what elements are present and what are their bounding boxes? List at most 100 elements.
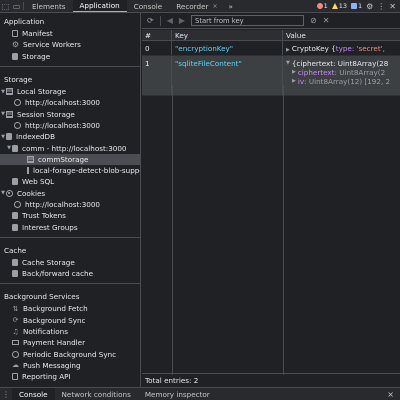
sidebar-item-label: Background Sync — [23, 315, 86, 325]
column-divider — [283, 85, 284, 375]
data-toolbar: ⟳ ◀ ▶ ⊘ ✕ — [142, 13, 400, 29]
tab-console[interactable]: Console — [127, 0, 170, 12]
sidebar-item-label: Push Messaging — [23, 360, 81, 370]
close-drawer-icon[interactable]: × — [387, 388, 400, 400]
expand-arrow-icon[interactable]: ▶ — [286, 47, 290, 53]
bell-icon: ♫ — [12, 327, 19, 336]
sidebar-item-label: Cache Storage — [22, 257, 75, 267]
database-icon — [12, 144, 18, 152]
sidebar-item-local-storage[interactable]: ▼ Local Storage — [0, 86, 140, 97]
clear-object-store-icon[interactable]: ⊘ — [310, 16, 317, 25]
sidebar-item-label: Interest Groups — [22, 222, 78, 232]
expand-arrow-icon[interactable]: ▶ — [292, 68, 296, 77]
inspect-element-icon[interactable]: ⬚ — [0, 0, 11, 12]
issues-icon — [350, 3, 357, 9]
sidebar-item-background-sync[interactable]: ⟳ Background Sync — [0, 315, 140, 326]
sidebar-item-label: commStorage — [38, 154, 89, 164]
database-icon — [12, 52, 18, 60]
error-count-badge[interactable]: 1 — [316, 2, 328, 10]
next-page-icon[interactable]: ▶ — [179, 16, 185, 25]
sidebar-item-interest-groups[interactable]: Interest Groups — [0, 221, 140, 232]
sidebar-item-session-storage-origin[interactable]: http://localhost:3000 — [0, 120, 140, 131]
sidebar-item-local-storage-origin[interactable]: http://localhost:3000 — [0, 97, 140, 108]
database-icon — [12, 223, 18, 231]
globe-icon — [14, 201, 21, 208]
section-title-background-services: Background Services — [4, 292, 80, 302]
section-title-application: Application — [4, 17, 45, 26]
sidebar-item-cache-storage[interactable]: Cache Storage — [0, 257, 140, 268]
sidebar-item-payment-handler[interactable]: Payment Handler — [0, 337, 140, 348]
divider — [0, 236, 140, 242]
sidebar-item-manifest[interactable]: Manifest — [0, 28, 140, 39]
sidebar-item-web-sql[interactable]: Web SQL — [0, 176, 140, 187]
sidebar-item-push-messaging[interactable]: ☁ Push Messaging — [0, 360, 140, 371]
sidebar-item-cookies[interactable]: ▼ Cookies — [0, 188, 140, 199]
issues-count-badge[interactable]: 1 — [350, 2, 362, 10]
drawer-tab-memory-inspector[interactable]: Memory inspector — [138, 388, 217, 400]
previous-page-icon[interactable]: ◀ — [167, 16, 173, 25]
drawer-tab-label: Network conditions — [61, 389, 131, 399]
value-property-ciphertext: ▶ ciphertext: Uint8Array(2 — [286, 68, 400, 77]
sidebar-item-cookies-origin[interactable]: http://localhost:3000 — [0, 199, 140, 210]
more-options-icon[interactable]: ⋮ — [377, 2, 385, 11]
sidebar-item-reporting-api[interactable]: Reporting API — [0, 371, 140, 382]
value-summary: ▼ {ciphertext: Uint8Array(28 — [286, 59, 400, 68]
sidebar-item-session-storage[interactable]: ▼ Session Storage — [0, 108, 140, 119]
row-value: ▶ CryptoKey {type: 'secret', — [283, 41, 400, 55]
drawer-menu-icon[interactable]: ⋮ — [0, 388, 12, 400]
error-icon — [316, 3, 323, 9]
cloud-icon: ☁ — [12, 361, 19, 370]
value-prop: ciphertext — [297, 68, 335, 77]
manifest-icon — [12, 30, 18, 38]
sidebar-item-trust-tokens[interactable]: Trust Tokens — [0, 210, 140, 221]
credit-card-icon — [12, 340, 19, 346]
drawer-tab-console[interactable]: Console — [12, 388, 55, 400]
sidebar-item-label: comm - http://localhost:3000 — [22, 143, 127, 153]
table-row[interactable]: 0 "encryptionKey" ▶ CryptoKey {type: 'sec… — [142, 41, 400, 56]
sidebar-item-blob-support-store[interactable]: local-forage-detect-blob-support — [0, 165, 140, 176]
settings-gear-icon[interactable]: ⚙ — [366, 2, 373, 11]
sidebar-item-service-workers[interactable]: ⚙ Service Workers — [0, 39, 140, 50]
sidebar-item-indexeddb-database[interactable]: ▼ comm - http://localhost:3000 — [0, 142, 140, 153]
warning-count-badge[interactable]: 13 — [331, 2, 347, 10]
start-from-key-input[interactable] — [191, 15, 305, 26]
sidebar-item-commstorage[interactable]: commStorage — [0, 153, 140, 165]
delete-selected-icon[interactable]: ✕ — [323, 16, 330, 25]
tab-application[interactable]: Application — [72, 0, 127, 12]
column-header-key[interactable]: Key — [172, 30, 283, 40]
divider — [0, 283, 140, 288]
sidebar-item-label: Manifest — [22, 29, 53, 39]
indexeddb-data-view: ⟳ ◀ ▶ ⊘ ✕ # Key Value 0 "encryptionKey" … — [142, 13, 400, 387]
column-header-value[interactable]: Value — [283, 30, 400, 40]
more-tabs-button[interactable]: » — [224, 0, 236, 12]
sidebar-item-label: Notifications — [23, 327, 68, 337]
sidebar-item-storage[interactable]: Storage — [0, 51, 140, 62]
table-icon — [27, 155, 34, 163]
column-header-index[interactable]: # — [142, 30, 172, 40]
collapse-arrow-icon[interactable]: ▼ — [286, 59, 290, 68]
globe-icon — [14, 99, 21, 107]
close-recorder-icon[interactable]: × — [212, 3, 217, 10]
database-icon — [12, 270, 18, 278]
tab-console-label: Console — [133, 1, 163, 11]
table-icon — [6, 110, 13, 118]
sidebar-item-label: IndexedDB — [16, 132, 56, 142]
sidebar-item-label: Reporting API — [22, 372, 71, 382]
tab-recorder[interactable]: Recorder × — [169, 0, 224, 12]
globe-icon — [14, 121, 21, 129]
sidebar-item-indexeddb[interactable]: ▼ IndexedDB — [0, 131, 140, 142]
gear-icon: ⚙ — [11, 40, 20, 50]
close-devtools-icon[interactable]: ✕ — [389, 2, 396, 11]
sidebar-item-label: Cookies — [17, 188, 46, 198]
drawer-tab-network-conditions[interactable]: Network conditions — [55, 388, 138, 400]
device-toolbar-icon[interactable]: ▭ — [11, 0, 22, 12]
sidebar-item-periodic-background-sync[interactable]: Periodic Background Sync — [0, 349, 140, 360]
sidebar-item-background-fetch[interactable]: ⇅ Background Fetch — [0, 303, 140, 314]
sidebar-item-notifications[interactable]: ♫ Notifications — [0, 326, 140, 337]
tab-elements[interactable]: Elements — [25, 0, 73, 12]
sidebar-item-label: Local Storage — [17, 87, 67, 97]
refresh-icon[interactable]: ⟳ — [147, 16, 154, 25]
sidebar-item-back-forward-cache[interactable]: Back/forward cache — [0, 268, 140, 279]
sidebar-item-label: http://localhost:3000 — [25, 120, 100, 130]
drawer-tab-bar: ⋮ Console Network conditions Memory insp… — [0, 387, 400, 400]
